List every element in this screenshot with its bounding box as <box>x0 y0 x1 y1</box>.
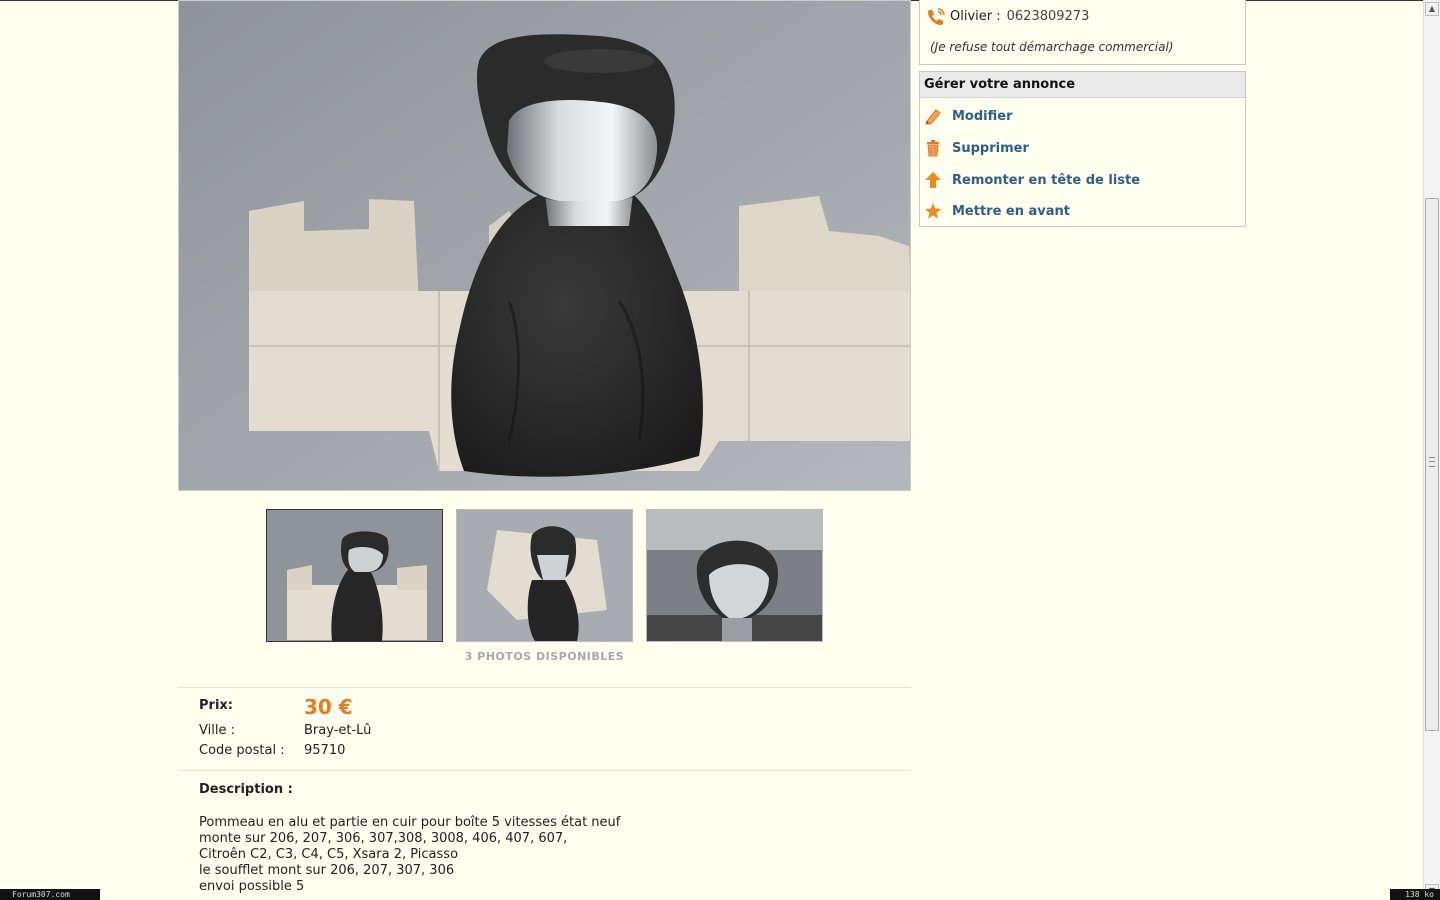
postal-code-value: 95710 <box>304 743 346 758</box>
thumbnail-3[interactable] <box>646 509 823 642</box>
thumbnail-photo-1 <box>267 510 442 641</box>
thumbnail-2[interactable] <box>456 509 633 642</box>
arrow-up-icon <box>924 171 942 189</box>
manage-ad-panel: Gérer votre annonce Modifier Supprimer R… <box>919 71 1246 227</box>
page-size-badge: 138 ko <box>1390 889 1440 900</box>
description-line: Pommeau en alu et partie en cuir pour bo… <box>199 815 621 830</box>
thumbnail-photo-2 <box>457 510 632 641</box>
price-value: 30 € <box>304 695 353 719</box>
city-value: Bray-et-Lû <box>304 723 372 738</box>
description-line: Citroên C2, C3, C4, C5, Xsara 2, Picasso <box>199 847 459 862</box>
thumbnail-photo-3 <box>647 510 822 641</box>
thumbnail-1[interactable] <box>266 509 443 642</box>
delete-ad-label: Supprimer <box>952 140 1029 156</box>
page: 3 PHOTOS DISPONIBLES Prix: 30 € Ville : … <box>0 0 1440 900</box>
trash-icon <box>924 139 942 157</box>
description-line: monte sur 206, 207, 306, 307,308, 3008, … <box>199 831 568 846</box>
photos-count-label: 3 PHOTOS DISPONIBLES <box>464 650 625 663</box>
star-icon <box>924 202 942 220</box>
description-line: le soufflet mont sur 206, 207, 307, 306 <box>199 863 455 878</box>
description-text: Pommeau en alu et partie en cuir pour bo… <box>199 815 620 895</box>
grip-icon <box>1429 457 1435 467</box>
pencil-icon <box>924 107 942 125</box>
manage-ad-title: Gérer votre annonce <box>920 72 1245 98</box>
contact-box: Olivier : 0623809273 (Je refuse tout dém… <box>919 0 1246 65</box>
city-label: Ville : <box>199 723 235 738</box>
edit-ad-link[interactable]: Modifier <box>924 107 1013 125</box>
edit-ad-label: Modifier <box>952 108 1013 124</box>
description-line: envoi possible 5 <box>199 879 305 894</box>
description-title: Description : <box>199 782 293 797</box>
divider <box>178 770 911 771</box>
postal-code-label: Code postal : <box>199 743 285 758</box>
contact-note: (Je refuse tout démarchage commercial) <box>930 40 1174 54</box>
bump-ad-label: Remonter en tête de liste <box>952 172 1141 188</box>
contact-name: Olivier : <box>950 8 1001 24</box>
price-label: Prix: <box>199 698 233 713</box>
divider <box>178 687 911 688</box>
scroll-up-button[interactable]: ▲ <box>1425 2 1439 16</box>
bump-ad-link[interactable]: Remonter en tête de liste <box>924 171 1140 189</box>
contact-line: Olivier : 0623809273 <box>926 7 1089 25</box>
phone-icon <box>926 7 945 25</box>
contact-phone[interactable]: 0623809273 <box>1007 9 1090 24</box>
vertical-scrollbar[interactable]: ▲ ▼ <box>1423 0 1440 900</box>
feature-ad-label: Mettre en avant <box>952 203 1071 219</box>
delete-ad-link[interactable]: Supprimer <box>924 139 1029 157</box>
main-photo[interactable] <box>178 0 911 491</box>
scroll-thumb[interactable] <box>1425 198 1439 731</box>
site-badge: Forum307.com <box>0 889 100 900</box>
feature-ad-link[interactable]: Mettre en avant <box>924 202 1070 220</box>
gear-knob-photo <box>179 1 910 490</box>
